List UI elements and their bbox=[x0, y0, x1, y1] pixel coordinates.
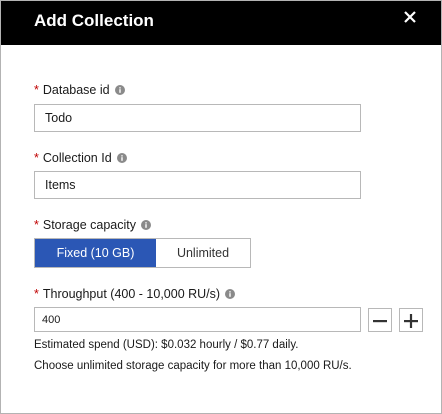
info-icon[interactable] bbox=[140, 220, 151, 230]
close-icon bbox=[404, 11, 416, 23]
info-icon[interactable] bbox=[116, 153, 127, 163]
minus-icon bbox=[373, 320, 387, 323]
required-mark: * bbox=[34, 287, 39, 301]
collection-id-label-text: Collection Id bbox=[42, 151, 112, 165]
unlimited-capacity-option[interactable]: Unlimited bbox=[156, 239, 250, 267]
collection-id-input[interactable] bbox=[34, 171, 361, 199]
panel-title: Add Collection bbox=[34, 11, 154, 30]
storage-capacity-label-text: Storage capacity bbox=[42, 218, 136, 232]
throughput-decrement-button[interactable] bbox=[368, 308, 392, 332]
storage-capacity-toggle: Fixed (10 GB) Unlimited bbox=[34, 238, 251, 268]
collection-id-label: * Collection Id bbox=[34, 151, 127, 165]
add-collection-panel: Add Collection *Database id *Collection … bbox=[0, 0, 442, 414]
database-id-label: * Database id bbox=[34, 83, 125, 97]
info-icon[interactable] bbox=[114, 85, 125, 95]
info-icon[interactable] bbox=[225, 289, 236, 299]
throughput-input[interactable] bbox=[34, 307, 361, 332]
required-mark: * bbox=[34, 83, 39, 97]
throughput-label: * Throughput (400 - 10,000 RU/s) bbox=[34, 287, 236, 301]
estimated-spend-text: Estimated spend (USD): $0.032 hourly / $… bbox=[34, 339, 299, 351]
database-id-input[interactable] bbox=[34, 104, 361, 132]
throughput-label-text: Throughput (400 - 10,000 RU/s) bbox=[42, 287, 221, 301]
required-mark: * bbox=[34, 151, 39, 165]
close-button[interactable] bbox=[397, 7, 423, 33]
panel-header: Add Collection bbox=[1, 1, 441, 45]
unlimited-capacity-hint: Choose unlimited storage capacity for mo… bbox=[34, 360, 352, 372]
database-id-label-text: Database id bbox=[42, 83, 110, 97]
throughput-increment-button[interactable] bbox=[399, 308, 423, 332]
plus-icon bbox=[404, 314, 418, 328]
required-mark: * bbox=[34, 218, 39, 232]
storage-capacity-label: * Storage capacity bbox=[34, 218, 151, 232]
fixed-capacity-option[interactable]: Fixed (10 GB) bbox=[35, 239, 156, 267]
